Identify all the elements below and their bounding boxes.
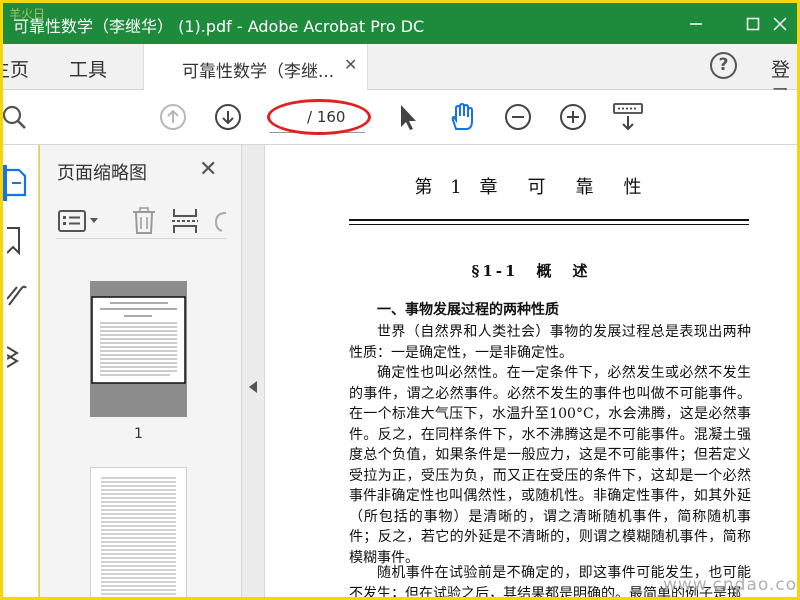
close-icon [773,16,787,31]
toolbar: / 160 [3,90,797,145]
window-title: 可靠性数学（李继华） (1).pdf - Adobe Acrobat Pro D… [13,17,425,36]
delete-page-icon[interactable] [132,207,156,239]
screenshot-frame: 羊火日 可靠性数学（李继华） (1).pdf - Adobe Acrobat P… [0,0,800,600]
page-2-thumbnail[interactable] [90,467,187,597]
minimize-icon [690,22,702,25]
layers-icon[interactable] [6,341,27,375]
section-title: §1-1 概 述 [471,262,591,280]
tab-home[interactable]: 主页 [3,55,29,82]
panel-collapse-strip[interactable] [241,145,265,597]
paragraph-2: 确定性也叫必然性。在一定条件下，必然发生或必然不发生的事件，谓之必然事件。必然不… [349,365,751,504]
options-menu-icon[interactable] [58,209,100,237]
zoom-in-icon[interactable] [558,102,588,132]
previous-page-icon[interactable] [158,102,188,132]
thumbnail-toolbar [56,203,228,239]
close-window-button[interactable] [763,3,797,44]
select-tool-icon[interactable] [393,102,423,132]
left-tool-rail [3,145,39,597]
paragraph-1: 世界（自然界和人类社会）事物的发展过程总是表现出两种性质：一是确定性，一是非确定… [349,324,751,361]
next-page-icon[interactable] [213,102,243,132]
zoom-out-icon[interactable] [503,102,533,132]
page-2-preview [101,477,176,595]
collapse-arrow-icon [249,381,257,393]
rotate-page-icon[interactable] [212,207,228,239]
tab-document[interactable]: 可靠性数学（李继... ✕ [143,44,368,90]
page-1-preview [90,281,187,417]
extract-pages-icon[interactable] [172,207,198,239]
minimize-button[interactable] [673,3,719,44]
tab-bar: 主页 工具 可靠性数学（李继... ✕ ? 登录 [3,44,797,108]
site-watermark: www.cndao.com [663,575,800,595]
attachment-icon[interactable] [6,283,27,317]
subsection-heading: 一、事物发展过程的两种性质 [377,302,559,318]
title-rule-thin [349,224,749,225]
bookmark-icon[interactable] [6,225,23,259]
paragraph-3: 非确定性也叫偶然性，或随机性。非确定性事件，如其外延（所包括的事物）是清晰的，谓… [349,488,751,566]
chapter-title: 第 1 章 可 靠 性 [414,177,648,198]
page-1-label: 1 [134,426,143,442]
panel-title: 页面缩略图 [57,163,147,184]
document-tab-label: 可靠性数学（李继... [182,62,335,82]
page-thumbnails-icon[interactable] [7,167,27,201]
page-1-thumbnail[interactable] [90,281,187,417]
title-rule-thick [349,219,749,221]
maximize-icon [746,17,760,30]
document-page: 第 1 章 可 靠 性 §1-1 概 述 一、事物发展过程的两种性质 世界（自然… [265,145,797,597]
hand-tool-icon[interactable] [447,102,477,132]
keyboard-scroll-icon[interactable] [611,102,645,132]
help-icon[interactable]: ? [710,52,737,79]
close-panel-icon[interactable]: ✕ [199,157,217,182]
search-icon[interactable] [3,102,29,132]
page-thumbnails-panel: 页面缩略图 ✕ 1 [40,145,270,597]
tab-tools[interactable]: 工具 [69,55,107,82]
title-bar: 羊火日 可靠性数学（李继华） (1).pdf - Adobe Acrobat P… [3,3,797,44]
highlight-oval-annotation [267,99,371,135]
close-tab-icon[interactable]: ✕ [344,55,357,74]
